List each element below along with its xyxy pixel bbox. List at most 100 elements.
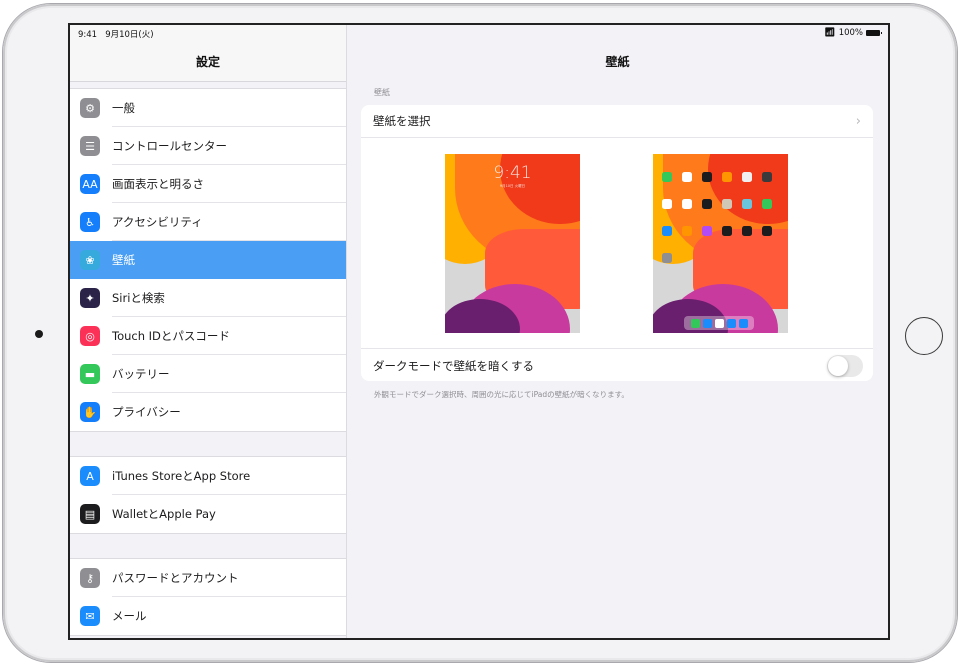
sidebar-groups: ⚙ 一般 ☰ コントロールセンター AA 画面表示と明るさ ♿ アクセシビリティ ❀ 壁紙 ✦ Sir… [70,82,346,636]
app-icon [742,226,752,236]
dock-app-icon [702,318,712,328]
home-screen-preview[interactable] [653,154,788,333]
app-icon [682,199,692,209]
front-camera [35,330,43,338]
sidebar-item-label: プライバシー [112,405,181,419]
settings-sidebar: 設定 ⚙ 一般 ☰ コントロールセンター AA 画面表示と明るさ ♿ アクセシビリティ ❀ 壁紙 ✦… [70,25,347,638]
toggles-icon: ☰ [80,136,100,156]
dark-mode-dim-label: ダークモードで壁紙を暗くする [373,358,534,373]
key-icon: ⚷ [80,568,100,588]
sidebar-item-label: コントロールセンター [112,139,227,153]
home-dock [684,316,754,330]
sidebar-item-label: Touch IDとパスコード [112,329,230,343]
sidebar-item[interactable]: ◎ Touch IDとパスコード [70,317,346,355]
app-icon [722,199,732,209]
fingerprint-icon: ◎ [80,326,100,346]
dark-mode-dim-row: ダークモードで壁紙を暗くする [361,349,873,381]
app-icon [662,199,672,209]
app-icon [662,253,672,263]
app-icon [682,172,692,182]
sidebar-item[interactable]: ▤ WalletとApple Pay [70,495,346,533]
wallpaper-detail-pane: 壁紙 壁紙 壁紙を選択 › 9:41 9月10日 火曜日 ダークモードで壁紙を暗… [347,25,888,638]
dark-mode-dim-toggle[interactable] [827,354,863,377]
sidebar-item-label: パスワードとアカウント [112,571,239,585]
sidebar-item-label: 壁紙 [112,253,135,267]
app-icon [702,226,712,236]
sidebar-item-label: バッテリー [112,367,170,381]
sidebar-title: 設定 [195,55,220,69]
app-store-icon: A [80,466,100,486]
app-icon [742,199,752,209]
settings-group: AiTunes StoreとApp Store ▤ WalletとApple Pay [70,456,346,534]
status-indicators: 📶︎ 100% [824,28,882,38]
sidebar-item[interactable]: AA 画面表示と明るさ [70,165,346,203]
app-icon [702,199,712,209]
sidebar-item-label: WalletとApple Pay [112,507,216,521]
sidebar-item-label: iTunes StoreとApp Store [112,469,251,483]
sidebar-item-label: アクセシビリティ [112,215,203,229]
sidebar-item[interactable]: ⚷ パスワードとアカウント [70,559,346,597]
status-time: 9:41 [78,30,98,40]
sidebar-item[interactable]: ✦ Siriと検索 [70,279,346,317]
wifi-icon: 📶︎ [824,28,836,38]
choose-wallpaper-label: 壁紙を選択 [373,114,431,128]
sidebar-item-label: メール [112,609,147,623]
accessibility-icon: ♿ [80,212,100,232]
app-icon [662,172,672,182]
app-icon [662,226,672,236]
sidebar-item[interactable]: ✉ メール [70,597,346,635]
wallpaper-card: 壁紙を選択 › 9:41 9月10日 火曜日 ダークモードで壁紙を暗くする [361,105,873,381]
section-label: 壁紙 [374,88,390,97]
status-date: 9月10日(火) [105,30,154,40]
choose-wallpaper-row[interactable]: 壁紙を選択 › [361,105,873,138]
sidebar-item[interactable]: AiTunes StoreとApp Store [70,457,346,495]
app-icon [702,172,712,182]
sidebar-item[interactable]: ☰ コントロールセンター [70,127,346,165]
app-icon [722,172,732,182]
hand-icon: ✋ [80,402,100,422]
wallet-icon: ▤ [80,504,100,524]
battery-percent: 100% [838,28,863,38]
app-icon [762,199,772,209]
sidebar-item[interactable]: ❀ 壁紙 [70,241,346,279]
sidebar-item-label: 画面表示と明るさ [112,177,204,191]
app-icon [682,226,692,236]
text-size-icon: AA [80,174,100,194]
home-button[interactable] [905,317,943,355]
sidebar-item[interactable]: ♿ アクセシビリティ [70,203,346,241]
app-icon [762,226,772,236]
dock-app-icon [714,318,724,328]
toggle-knob [828,355,848,376]
detail-title: 壁紙 [605,55,630,69]
sidebar-item-label: 一般 [112,101,135,115]
settings-group: ⚷ パスワードとアカウント ✉ メール [70,558,346,636]
lock-preview-time: 9:41 [493,163,532,183]
dark-mode-footnote: 外観モードでダーク選択時、周囲の光に応じてiPadの壁紙が暗くなります。 [374,390,629,399]
settings-group: ⚙ 一般 ☰ コントロールセンター AA 画面表示と明るさ ♿ アクセシビリティ ❀ 壁紙 ✦ Sir… [70,88,346,432]
app-icon [762,172,772,182]
chevron-right-icon: › [855,113,861,129]
battery-icon: ▬ [80,364,100,384]
dock-app-icon [726,318,736,328]
sidebar-item[interactable]: ▬ バッテリー [70,355,346,393]
wallpaper-previews: 9:41 9月10日 火曜日 [361,138,873,349]
lock-screen-preview[interactable]: 9:41 9月10日 火曜日 [445,154,580,333]
mail-icon: ✉ [80,606,100,626]
lock-preview-date: 9月10日 火曜日 [499,184,526,188]
home-app-grid [662,172,772,263]
status-bar: 9:41 9月10日(火) 📶︎ 100% [70,25,888,41]
sidebar-item[interactable]: ✋ プライバシー [70,393,346,431]
status-datetime: 9:41 9月10日(火) [78,28,154,40]
sidebar-item[interactable]: ⚙ 一般 [70,89,346,127]
dock-app-icon [738,318,748,328]
battery-icon [866,30,882,36]
ipad-screen: 9:41 9月10日(火) 📶︎ 100% 設定 ⚙ 一般 ☰ コントロールセンター A… [68,23,890,640]
app-icon [742,172,752,182]
wallpaper-flower-icon: ❀ [80,250,100,270]
dock-app-icon [690,318,700,328]
app-icon [722,226,732,236]
gear-icon: ⚙ [80,98,100,118]
siri-icon: ✦ [80,288,100,308]
